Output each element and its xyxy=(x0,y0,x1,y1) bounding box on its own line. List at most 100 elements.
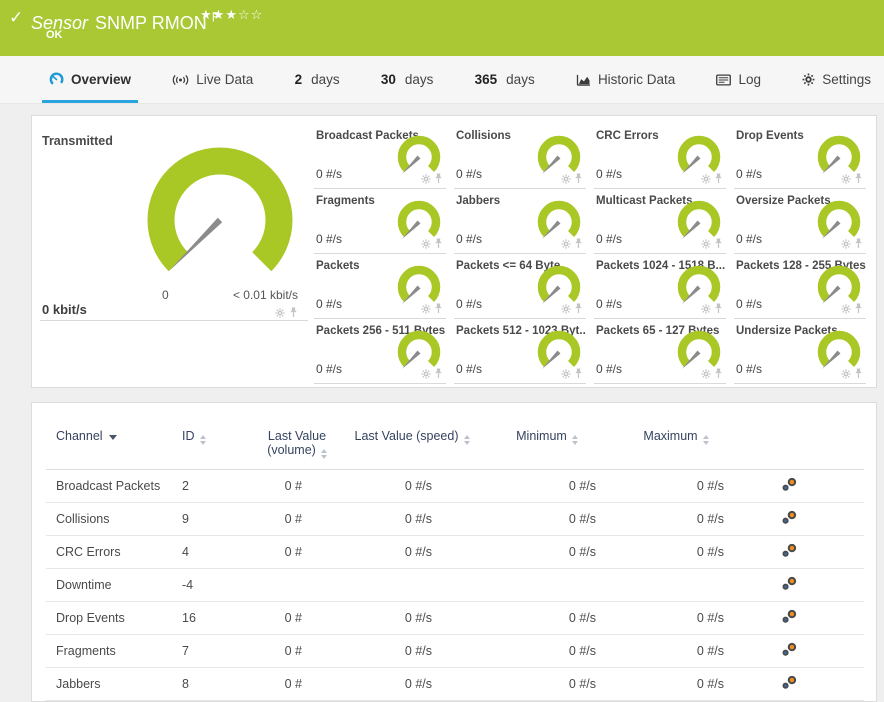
pin-icon[interactable] xyxy=(714,368,723,379)
gear-icon[interactable] xyxy=(561,174,571,184)
column-label: Last Value (volume) xyxy=(267,429,327,457)
star-filled-icon[interactable]: ★ xyxy=(225,7,238,22)
gear-icon[interactable] xyxy=(561,239,571,249)
pin-icon[interactable] xyxy=(854,368,863,379)
cell-speed: 0 #/s xyxy=(342,634,482,668)
gear-icon[interactable] xyxy=(841,174,851,184)
gauge-actions xyxy=(561,303,583,314)
gear-icon[interactable] xyxy=(701,304,711,314)
gear-icon[interactable] xyxy=(841,304,851,314)
gauge-title: Transmitted xyxy=(42,134,113,148)
tab-log[interactable]: Log xyxy=(709,56,768,103)
pin-icon[interactable] xyxy=(434,173,443,184)
pin-icon[interactable] xyxy=(714,303,723,314)
gauge-value: 0 #/s xyxy=(316,297,343,311)
cell-min xyxy=(482,568,612,602)
gauge-actions xyxy=(701,368,723,379)
channel-settings-gears-icon[interactable] xyxy=(781,543,798,558)
gauge-cell-packets: Packets 0 #/s xyxy=(314,254,446,319)
column-header-maximum[interactable]: Maximum xyxy=(612,403,740,470)
priority-stars[interactable]: ★★★☆☆ xyxy=(200,7,263,23)
gear-icon[interactable] xyxy=(701,174,711,184)
tab-365-days[interactable]: 365 days xyxy=(468,56,542,103)
cell-speed: 0 #/s xyxy=(342,667,482,701)
pin-icon[interactable] xyxy=(434,303,443,314)
pin-icon[interactable] xyxy=(434,368,443,379)
pin-icon[interactable] xyxy=(574,368,583,379)
tab-overview[interactable]: Overview xyxy=(42,56,139,103)
pin-icon[interactable] xyxy=(574,238,583,249)
gear-icon[interactable] xyxy=(421,304,431,314)
gear-icon xyxy=(802,73,815,86)
cell-min: 0 #/s xyxy=(482,667,612,701)
column-label: ID xyxy=(182,429,195,443)
channel-settings-gears-icon[interactable] xyxy=(781,576,798,591)
gear-icon[interactable] xyxy=(421,174,431,184)
gauge-actions xyxy=(421,368,443,379)
channel-settings-gears-icon[interactable] xyxy=(781,477,798,492)
tab-2-days[interactable]: 2 days xyxy=(288,56,347,103)
gauge-cell-multicast-packets: Multicast Packets 0 #/s xyxy=(594,189,726,254)
cell-min: 0 #/s xyxy=(482,502,612,536)
pin-icon[interactable] xyxy=(574,173,583,184)
gauge-cell-packets-64-byte: Packets <= 64 Byte 0 #/s xyxy=(454,254,586,319)
gauge-actions xyxy=(561,238,583,249)
tab-30-days[interactable]: 30 days xyxy=(374,56,441,103)
sort-desc-icon xyxy=(108,435,117,440)
channel-settings-gears-icon[interactable] xyxy=(781,609,798,624)
cell-speed xyxy=(342,568,482,602)
star-filled-icon[interactable]: ★ xyxy=(200,7,213,22)
channel-settings-gears-icon[interactable] xyxy=(781,675,798,690)
gear-icon[interactable] xyxy=(421,369,431,379)
channels-table-panel: Channel ID Last Value (volume) Last Value (… xyxy=(31,402,877,702)
gauge-value: 0 #/s xyxy=(596,297,623,311)
cell-vol: 0 # xyxy=(252,601,342,635)
gear-icon[interactable] xyxy=(701,239,711,249)
table-row: CRC Errors 4 0 #0 #/s 0 #/s 0 #/s xyxy=(46,535,864,569)
cell-speed: 0 #/s xyxy=(342,469,482,503)
cell-channel: Jabbers xyxy=(46,667,182,701)
gear-icon[interactable] xyxy=(841,239,851,249)
channel-settings-gears-icon[interactable] xyxy=(781,642,798,657)
pin-icon[interactable] xyxy=(854,173,863,184)
column-header-channel[interactable]: Channel xyxy=(46,403,182,470)
gear-icon[interactable] xyxy=(561,369,571,379)
table-row: Fragments 7 0 #0 #/s 0 #/s 0 #/s xyxy=(46,634,864,668)
cell-vol: 0 # xyxy=(252,469,342,503)
gear-icon[interactable] xyxy=(701,369,711,379)
star-empty-icon[interactable]: ☆ xyxy=(251,7,264,22)
pin-icon[interactable] xyxy=(574,303,583,314)
column-header-last-value-speed[interactable]: Last Value (speed) xyxy=(342,403,482,470)
gear-icon[interactable] xyxy=(841,369,851,379)
star-empty-icon[interactable]: ☆ xyxy=(238,7,251,22)
gauge-cell-crc-errors: CRC Errors 0 #/s xyxy=(594,124,726,189)
column-header-minimum[interactable]: Minimum xyxy=(482,403,612,470)
gauge-value: 0 #/s xyxy=(316,362,343,376)
pin-icon[interactable] xyxy=(714,173,723,184)
tab-bar: Overview Live Data 2 days 30 days 365 days Histo… xyxy=(0,56,884,104)
column-header-last-value-volume[interactable]: Last Value (volume) xyxy=(252,403,342,470)
gauge-cell-oversize-packets: Oversize Packets 0 #/s xyxy=(734,189,866,254)
gauge-cell-undersize-packets: Undersize Packets 0 #/s xyxy=(734,319,866,384)
cell-min: 0 #/s xyxy=(482,601,612,635)
pin-icon[interactable] xyxy=(854,303,863,314)
pin-icon[interactable] xyxy=(434,238,443,249)
tab-live-data[interactable]: Live Data xyxy=(165,56,260,103)
column-header-id[interactable]: ID xyxy=(182,403,252,470)
tab-historic-data[interactable]: Historic Data xyxy=(569,56,682,103)
gear-icon[interactable] xyxy=(561,304,571,314)
cell-vol: 0 # xyxy=(252,667,342,701)
star-filled-icon[interactable]: ★ xyxy=(213,7,226,22)
table-row: Collisions 9 0 #0 #/s 0 #/s 0 #/s xyxy=(46,502,864,536)
gear-icon[interactable] xyxy=(275,308,285,318)
pin-icon[interactable] xyxy=(714,238,723,249)
pin-icon[interactable] xyxy=(854,238,863,249)
tab-number: 30 xyxy=(380,72,396,87)
tab-settings[interactable]: Settings xyxy=(795,56,878,103)
transmitted-gauge-cell: Transmitted 0 < 0.01 kbit/s 0 kbit/s xyxy=(40,124,308,321)
column-label: Minimum xyxy=(516,429,567,443)
pin-icon[interactable] xyxy=(289,307,298,318)
cell-max: 0 #/s xyxy=(612,601,740,635)
gear-icon[interactable] xyxy=(421,239,431,249)
channel-settings-gears-icon[interactable] xyxy=(781,510,798,525)
